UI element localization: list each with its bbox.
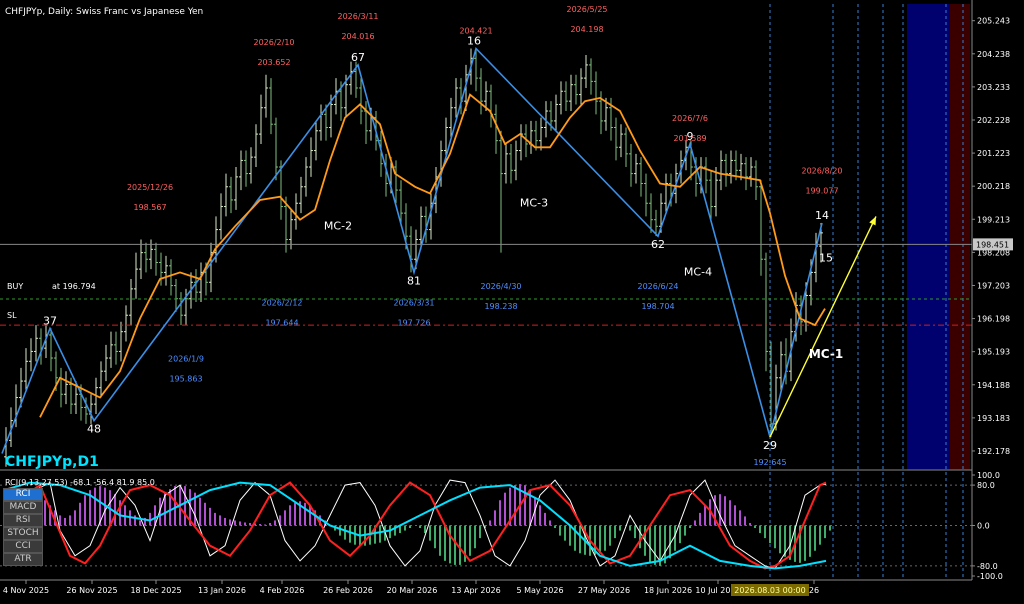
future-block-2 [950,4,970,470]
price-tick-label: 204.238 [977,50,1010,59]
time-tick-label: 18 Dec 2025 [130,586,181,595]
indicator-tick-label: 0.0 [977,522,990,531]
indicator-button-atr[interactable]: ATR [3,553,43,566]
time-tick-label: 26 [809,586,819,595]
indicator-tick-label: -100.0 [977,572,1003,581]
indicator-button-stoch[interactable]: STOCH [3,527,43,540]
price-tick-label: 197.203 [977,281,1010,290]
pivot-price-label: 192.645 [753,458,786,467]
pivot-date-label: 2026/4/30 [480,282,521,291]
price-tick-label: 202.228 [977,116,1010,125]
price-tick-label: 201.223 [977,149,1010,158]
pivot-price-label: 195.863 [169,374,202,383]
price-tick-label: 200.218 [977,182,1010,191]
indicator-button-rsi[interactable]: RSI [3,514,43,527]
chart-title: CHFJPYp, Daily: Swiss Franc vs Japanese … [5,7,203,17]
price-tick-label: 196.198 [977,315,1010,324]
wave-label: 81 [407,274,421,287]
time-tick-label: 4 Feb 2026 [260,586,305,595]
wave-label: 15 [819,251,833,264]
price-tick-label: 193.183 [977,414,1010,423]
pivot-price-label: 198.238 [484,302,517,311]
time-tick-label: 18 Jun 2026 [644,586,692,595]
indicator-label: RCI(9,13,27,53) -68.1 -56.4 81.9 85.0 [5,478,155,487]
price-tick-label: 203.233 [977,83,1010,92]
pivot-date-label: 2026/3/11 [337,12,378,21]
pivot-price-label: 204.198 [570,25,603,34]
indicator-tick-label: -80.0 [977,562,998,571]
symbol-label: CHFJPYp,D1 [5,454,99,470]
pivot-date-label: 2026/2/10 [253,38,294,47]
wave-label: 48 [87,423,101,436]
time-tick-label: 13 Jan 2026 [198,586,246,595]
mc-annotation: MC-2 [324,220,352,233]
buy-at-label: at 196.794 [52,282,96,291]
pivot-price-label: 198.567 [133,203,166,212]
pivot-date-label: 2026/2/12 [261,298,302,307]
pivot-date-label: 2026/3/31 [393,298,434,307]
wave-label: 62 [651,238,665,251]
pivot-price-label: 197.726 [397,318,430,327]
mc-annotation: MC-3 [520,197,548,210]
price-tick-label: 192.178 [977,447,1010,456]
price-tick-label: 195.193 [977,348,1010,357]
pivot-price-label: 203.652 [257,58,290,67]
indicator-tick-label: 80.0 [977,481,995,490]
pivot-date-label: 2026/5/25 [566,5,607,14]
pivot-price-label: 201.589 [673,134,706,143]
wave-label: 14 [815,209,829,222]
pivot-date-label: 2026/8/20 [801,167,842,176]
price-tick-label: 194.188 [977,381,1010,390]
pivot-date-label: 2025/12/26 [127,183,173,192]
chart-svg: 3748678116629291415MC-2MC-3MC-4MC-12026/… [0,0,1024,600]
wave-label: 37 [43,314,57,327]
mc-annotation: MC-4 [684,266,712,279]
cursor-date-label: 2026.08.03 00:00 [734,586,805,595]
time-tick-label: 26 Nov 2025 [66,586,117,595]
time-tick-label: 27 May 2026 [578,586,630,595]
sl-label: SL [7,311,17,320]
pivot-price-label: 198.704 [641,302,674,311]
buy-label: BUY [7,282,23,291]
time-tick-label: 20 Mar 2026 [387,586,438,595]
pivot-price-label: 204.421 [459,26,492,35]
mc-annotation: MC-1 [809,347,843,361]
pivot-date-label: 2026/7/6 [672,114,708,123]
wave-label: 16 [467,34,481,47]
price-tick-label: 205.243 [977,17,1010,26]
indicator-button-cci[interactable]: CCI [3,540,43,553]
time-tick-label: 26 Feb 2026 [323,586,373,595]
future-block [907,4,950,470]
indicator-tick-label: 100.0 [977,471,1000,480]
current-price-label: 198.451 [976,240,1009,249]
indicator-button-rci[interactable]: RCI [3,488,43,501]
wave-label: 29 [763,439,777,452]
pivot-date-label: 2026/6/24 [637,282,678,291]
wave-label: 67 [351,51,365,64]
time-tick-label: 13 Apr 2026 [451,586,500,595]
pivot-price-label: 204.016 [341,32,374,41]
chart-window: 37 48 67 81 16 62 9 29 14 15 MC-2 MC-3 MC-4 MC-1 2026/… [0,0,1024,600]
time-tick-label: 4 Nov 2025 [3,586,49,595]
pivot-price-label: 197.644 [265,318,298,327]
price-tick-label: 199.213 [977,215,1010,224]
pivot-price-label: 199.077 [805,187,838,196]
pivot-date-label: 2026/1/9 [168,354,204,363]
time-tick-label: 5 May 2026 [516,586,563,595]
indicator-button-macd[interactable]: MACD [3,501,43,514]
